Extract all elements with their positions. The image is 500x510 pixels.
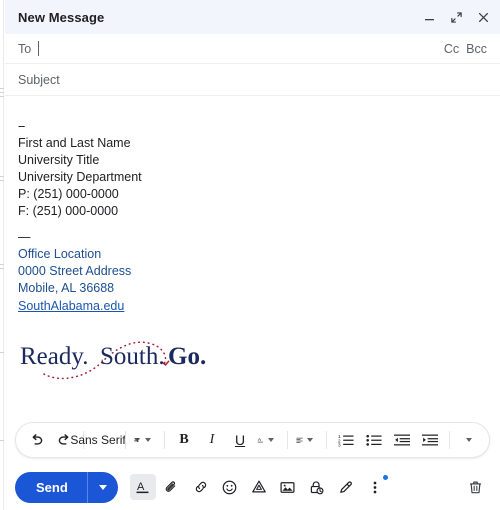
chevron-down-icon	[465, 438, 472, 442]
signature-title: University Title	[18, 153, 100, 167]
numbered-list-button[interactable]: 1 2 3	[332, 427, 360, 453]
send-button-group[interactable]: Send	[15, 471, 118, 503]
text-cursor	[38, 41, 40, 56]
compose-title: New Message	[18, 9, 105, 25]
background-page-edge	[0, 0, 4, 510]
send-button[interactable]: Send	[15, 472, 87, 503]
font-size-selector[interactable]: T T	[131, 427, 159, 453]
message-body[interactable]: -- First and Last Name University Title …	[5, 96, 500, 422]
expand-icon[interactable]	[448, 9, 464, 25]
bulleted-list-button[interactable]	[360, 427, 388, 453]
indent-more-button[interactable]	[416, 427, 444, 453]
signature-city-state-zip: Mobile, AL 36688	[18, 281, 115, 295]
text-color-button[interactable]: A	[254, 427, 282, 453]
font-family-label: Sans Serif	[70, 433, 126, 447]
svg-text:3: 3	[338, 443, 341, 447]
svg-text:A: A	[137, 481, 145, 493]
insert-emoji-icon[interactable]	[217, 474, 243, 500]
compose-header: New Message	[5, 0, 500, 34]
chevron-down-icon	[145, 438, 151, 442]
cc-bcc-group: Cc Bcc	[444, 42, 487, 56]
toolbar-divider	[449, 431, 450, 449]
chevron-down-icon	[268, 438, 274, 442]
signature-fax: F: (251) 000-0000	[18, 204, 119, 218]
delete-draft-icon[interactable]	[462, 474, 488, 500]
close-icon[interactable]	[475, 9, 491, 25]
toolbar-divider	[125, 431, 126, 449]
subject-field-row[interactable]: Subject	[5, 64, 500, 96]
bold-button[interactable]: B	[170, 427, 198, 453]
to-label: To	[18, 41, 32, 56]
chevron-down-icon	[307, 438, 313, 442]
toolbar-divider	[287, 431, 288, 449]
logo-artwork: Ready. South. Go.	[20, 341, 206, 380]
insert-photo-icon[interactable]	[275, 474, 301, 500]
cc-button[interactable]: Cc	[444, 42, 459, 56]
signature-separator-mid: —	[18, 230, 31, 244]
logo-word-ready: Ready.	[20, 343, 89, 370]
svg-text:T: T	[136, 439, 140, 444]
insert-link-icon[interactable]	[188, 474, 214, 500]
insert-signature-icon[interactable]	[333, 474, 359, 500]
indent-less-button[interactable]	[388, 427, 416, 453]
minimize-icon[interactable]	[421, 9, 437, 25]
signature-office: Office Location	[18, 247, 102, 261]
formatting-toolbar: Sans Serif T T B I U A 1 2 3	[15, 422, 490, 458]
insert-drive-file-icon[interactable]	[246, 474, 272, 500]
underline-button[interactable]: U	[226, 427, 254, 453]
more-format-options-button[interactable]	[455, 427, 483, 453]
send-options-icon[interactable]	[88, 472, 118, 503]
subject-input[interactable]: Subject	[18, 73, 60, 87]
bcc-button[interactable]: Bcc	[466, 42, 487, 56]
logo-word-south: South.	[100, 343, 165, 370]
signature-separator-top: --	[18, 119, 25, 133]
toolbar-divider	[164, 431, 165, 449]
window-controls	[421, 9, 491, 25]
undo-icon[interactable]	[22, 427, 50, 453]
signature-department: University Department	[18, 170, 142, 184]
more-options-icon[interactable]	[362, 474, 388, 500]
to-input[interactable]	[38, 34, 444, 63]
confidential-mode-icon[interactable]	[304, 474, 330, 500]
signature-website-link[interactable]: SouthAlabama.edu	[18, 299, 124, 313]
toolbar-divider	[326, 431, 327, 449]
to-field-row[interactable]: To Cc Bcc	[5, 34, 500, 64]
university-logo: Ready. South. Go.	[18, 328, 208, 380]
signature-name: First and Last Name	[18, 136, 131, 150]
attach-file-icon[interactable]	[159, 474, 185, 500]
compose-window: New Message To Cc Bcc Subject -- First a…	[5, 0, 500, 510]
logo-word-go: Go.	[168, 343, 206, 370]
align-button[interactable]	[293, 427, 321, 453]
signature-phone: P: (251) 000-0000	[18, 187, 119, 201]
signature-street: 0000 Street Address	[18, 264, 132, 278]
formatting-options-icon[interactable]: A	[129, 474, 156, 500]
italic-button[interactable]: I	[198, 427, 226, 453]
compose-tool-icons: A	[129, 474, 462, 500]
font-family-selector[interactable]: Sans Serif	[70, 427, 140, 453]
compose-actions-bar: Send A	[5, 464, 500, 510]
notification-dot	[382, 475, 388, 480]
